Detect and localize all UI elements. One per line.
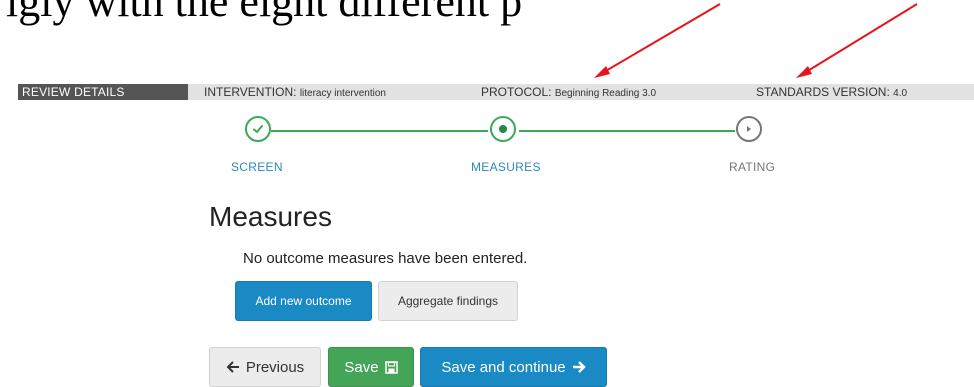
add-outcome-label: Add new outcome	[255, 294, 352, 308]
save-and-continue-button[interactable]: Save and continue	[420, 347, 607, 387]
step-label-measures[interactable]: MEASURES	[471, 160, 541, 174]
step-measures-circle[interactable]	[490, 116, 516, 142]
aggregate-findings-label: Aggregate findings	[397, 294, 499, 308]
intervention-key: INTERVENTION:	[204, 85, 297, 99]
previous-label: Previous	[245, 358, 305, 376]
protocol-key: PROTOCOL:	[481, 85, 552, 99]
save-icon	[384, 360, 398, 374]
standards-info: STANDARDS VERSION: 4.0	[756, 84, 907, 102]
page-title: Measures	[209, 201, 332, 232]
intervention-info: INTERVENTION: literacy intervention	[204, 84, 386, 102]
step-rating-circle[interactable]	[736, 116, 762, 142]
protocol-info: PROTOCOL: Beginning Reading 3.0	[481, 84, 656, 102]
step-label-rating[interactable]: RATING	[729, 160, 775, 174]
add-outcome-button[interactable]: Add new outcome	[235, 281, 372, 321]
stepper-line-1	[271, 130, 488, 132]
review-details-bar: REVIEW DETAILS INTERVENTION: literacy in…	[18, 84, 974, 100]
step-screen-circle[interactable]	[245, 116, 271, 142]
review-details-label: REVIEW DETAILS	[18, 84, 188, 100]
step-label-screen[interactable]: SCREEN	[231, 160, 283, 174]
save-button[interactable]: Save	[328, 347, 414, 387]
stepper-line-2	[519, 130, 735, 132]
save-and-continue-label: Save and continue	[441, 358, 566, 376]
arrow-protocol	[594, 3, 721, 78]
protocol-value: Beginning Reading 3.0	[554, 88, 657, 99]
empty-message: No outcome measures have been entered.	[243, 250, 528, 267]
annotation-arrows	[594, 3, 918, 78]
aggregate-findings-button[interactable]: Aggregate findings	[378, 281, 518, 321]
intervention-value: literacy intervention	[299, 88, 386, 99]
standards-key: STANDARDS VERSION:	[756, 85, 890, 99]
progress-stepper: SCREEN MEASURES RATING	[0, 108, 974, 178]
arrow-right-icon	[572, 361, 586, 373]
previous-button[interactable]: Previous	[209, 347, 321, 387]
dot-icon	[499, 125, 507, 133]
save-label: Save	[344, 358, 379, 376]
arrow-standards	[796, 3, 918, 78]
arrow-left-icon	[226, 361, 239, 373]
check-icon	[253, 125, 263, 133]
standards-value: 4.0	[893, 88, 908, 99]
play-icon	[747, 126, 751, 132]
